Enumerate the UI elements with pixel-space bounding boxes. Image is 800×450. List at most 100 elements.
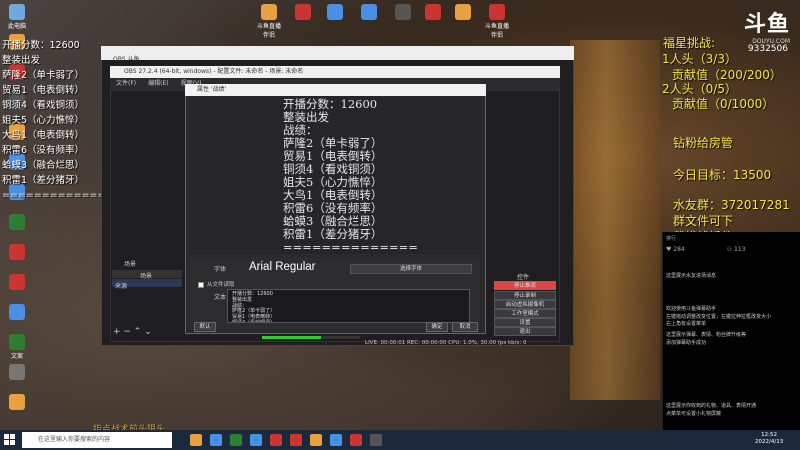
windows-start-icon[interactable] bbox=[4, 434, 16, 446]
desktop-icon[interactable] bbox=[450, 4, 476, 21]
desktop-icon[interactable] bbox=[390, 4, 416, 21]
desktop-icon-label: 斗鱼直播伴侣 bbox=[256, 23, 281, 39]
studio-mode-button[interactable]: 工作室模式 bbox=[494, 309, 556, 318]
text-input[interactable]: 开播分数：12600 整装出发 战绩： 萨隆2（单卡弱了） 贸易1（电表倒转） … bbox=[227, 289, 470, 323]
stop-streaming-button[interactable]: 停止推流 bbox=[494, 281, 556, 290]
desktop-icon[interactable] bbox=[420, 4, 446, 21]
left-overlay-line: 铜须4（看戏铜须） bbox=[2, 100, 85, 111]
desktop-icon[interactable]: 斗鱼直播伴侣 bbox=[484, 4, 510, 39]
taskbar-clock[interactable]: 12:52 2022/4/13 bbox=[755, 432, 783, 446]
chat-header[interactable]: 排行 bbox=[666, 235, 676, 242]
obs-titlebar[interactable]: OBS 27.2.4 (64-bit, windows) - 配置文件: 未命名… bbox=[110, 66, 560, 78]
left-overlay-line: 积雷6（没有频率） bbox=[2, 145, 85, 156]
chat-message: 添加弹幕助手成功 bbox=[666, 340, 707, 346]
taskbar-search-input[interactable]: 在这里输入你要搜索的内容 bbox=[22, 432, 172, 448]
properties-dialog-titlebar[interactable]: 属性 '战绩' bbox=[185, 84, 486, 96]
app-icon bbox=[425, 4, 441, 20]
left-overlay-line: ============== bbox=[2, 190, 114, 201]
desktop-icon[interactable] bbox=[4, 304, 30, 321]
left-overlay-line: 蛤蟆3（融合烂思） bbox=[2, 160, 85, 171]
font-name-display: Arial Regular bbox=[249, 261, 316, 273]
app-icon bbox=[9, 214, 25, 230]
checkbox-box[interactable] bbox=[198, 281, 204, 288]
app-icon bbox=[9, 394, 25, 410]
app-icon bbox=[9, 364, 25, 380]
chat-message: 欢迎使用斗鱼弹幕助手 bbox=[666, 306, 717, 312]
game-character-art bbox=[570, 40, 660, 400]
chat-message: 左键拖动调整改变位置，左键拉伸拉框改变大小 bbox=[666, 314, 772, 320]
desktop-icon[interactable]: 文案 bbox=[4, 334, 30, 360]
obs-status-bar: LIVE: 00:00:01 REC: 00:00:00 CPU: 1.0%, … bbox=[365, 340, 527, 346]
desktop-icon[interactable] bbox=[4, 394, 30, 411]
app-icon bbox=[361, 4, 377, 20]
preview-text: 开播分数：12600 整装出发 战绩： 萨隆2（单卡弱了） 贸易1（电表倒转） … bbox=[283, 97, 418, 254]
left-overlay-line: 大鸟1（电表倒转） bbox=[2, 130, 85, 141]
overlay-challenge-title: 福星挑战: bbox=[663, 36, 716, 50]
checkbox-label: 从文件读取 bbox=[207, 282, 235, 288]
select-font-button[interactable]: 选择字体 bbox=[350, 264, 472, 274]
desktop-icon[interactable] bbox=[4, 244, 30, 261]
exit-button[interactable]: 退出 bbox=[494, 327, 556, 336]
scenes-dock-title: 场景 bbox=[124, 261, 137, 268]
app-icon bbox=[455, 4, 471, 20]
taskbar-app-icon[interactable] bbox=[230, 434, 242, 446]
app-icon bbox=[489, 4, 505, 20]
chat-message: 这里展示你收到的礼物、道具、表情开通 bbox=[666, 403, 757, 409]
obs-outer-titlebar[interactable]: OBS 斗鱼 bbox=[101, 46, 574, 63]
read-from-file-checkbox[interactable]: 从文件读取 bbox=[198, 280, 235, 288]
defaults-button[interactable]: 默认 bbox=[194, 322, 216, 332]
clock-date: 2022/4/13 bbox=[755, 439, 784, 445]
desktop-icon[interactable] bbox=[4, 364, 30, 381]
desktop-icon[interactable] bbox=[4, 214, 30, 231]
taskbar-app-icon[interactable] bbox=[270, 434, 282, 446]
chat-message: 右上角有设置菜单 bbox=[666, 321, 707, 327]
left-overlay-line: 开播分数：12600 bbox=[2, 40, 80, 51]
taskbar-app-icon[interactable] bbox=[290, 434, 302, 446]
overlay-daily-target: 今日目标：13500 bbox=[673, 168, 772, 182]
app-icon bbox=[9, 304, 25, 320]
obs-menu-item[interactable]: 编辑(E) bbox=[148, 80, 168, 87]
app-icon bbox=[9, 244, 25, 260]
desktop-icon[interactable] bbox=[4, 274, 30, 291]
desktop-icon[interactable] bbox=[322, 4, 348, 21]
desktop-icon[interactable] bbox=[356, 4, 382, 21]
taskbar-app-icon[interactable] bbox=[310, 434, 322, 446]
chat-message: 这里展示水友进场消息 bbox=[666, 273, 717, 279]
chat-count-2: 113 bbox=[734, 246, 746, 253]
desktop-icon-label: 文案 bbox=[10, 353, 23, 360]
virtual-camera-button[interactable]: 启动虚拟摄像机 bbox=[494, 300, 556, 309]
app-icon bbox=[327, 4, 343, 20]
obs-dock-tools[interactable]: + − ⌃ ⌄ bbox=[113, 327, 152, 337]
cancel-button[interactable]: 取消 bbox=[452, 322, 478, 332]
text-label: 文本 bbox=[214, 294, 227, 301]
taskbar-app-icon[interactable] bbox=[370, 434, 382, 446]
room-id: 9332506 bbox=[747, 44, 788, 54]
taskbar-app-icon[interactable] bbox=[330, 434, 342, 446]
app-icon bbox=[9, 4, 25, 20]
chat-stats: ♥ 284 ⚇ 113 bbox=[666, 246, 746, 253]
desktop-icon[interactable] bbox=[290, 4, 316, 21]
font-label: 字体 bbox=[214, 266, 227, 273]
chat-message: 这里展示弹幕、表情、粉丝牌升级等 bbox=[666, 332, 747, 338]
controls-dock-title: 控件 bbox=[517, 274, 530, 281]
douyu-logo: 斗鱼 DOUYU.COM bbox=[744, 6, 790, 45]
taskbar-app-icon[interactable] bbox=[350, 434, 362, 446]
taskbar-app-icon[interactable] bbox=[250, 434, 262, 446]
source-item-label: 来源 bbox=[115, 283, 128, 290]
stop-recording-button[interactable]: 停止录制 bbox=[494, 291, 556, 300]
taskbar-app-icon[interactable] bbox=[190, 434, 202, 446]
app-icon bbox=[395, 4, 411, 20]
app-icon bbox=[9, 274, 25, 290]
overlay-line-4: 贡献值（0/1000） bbox=[672, 97, 775, 111]
desktop-icon-label: 斗鱼直播伴侣 bbox=[484, 23, 509, 39]
settings-button[interactable]: 设置 bbox=[494, 318, 556, 327]
overlay-group-file: 群文件可下 bbox=[673, 214, 734, 228]
desktop-icon[interactable]: 斗鱼直播伴侣 bbox=[256, 4, 282, 39]
desktop-icon[interactable]: 此电脑 bbox=[4, 4, 30, 30]
taskbar-app-icon[interactable] bbox=[210, 434, 222, 446]
ok-button[interactable]: 确定 bbox=[426, 322, 448, 332]
left-overlay-line: 整装出发 bbox=[2, 55, 41, 66]
chat-message: 点菜单可设置小礼物屏蔽 bbox=[666, 411, 722, 417]
obs-menu-item[interactable]: 文件(F) bbox=[116, 80, 136, 87]
obs-outer-title-text: OBS 斗鱼 bbox=[113, 56, 140, 63]
